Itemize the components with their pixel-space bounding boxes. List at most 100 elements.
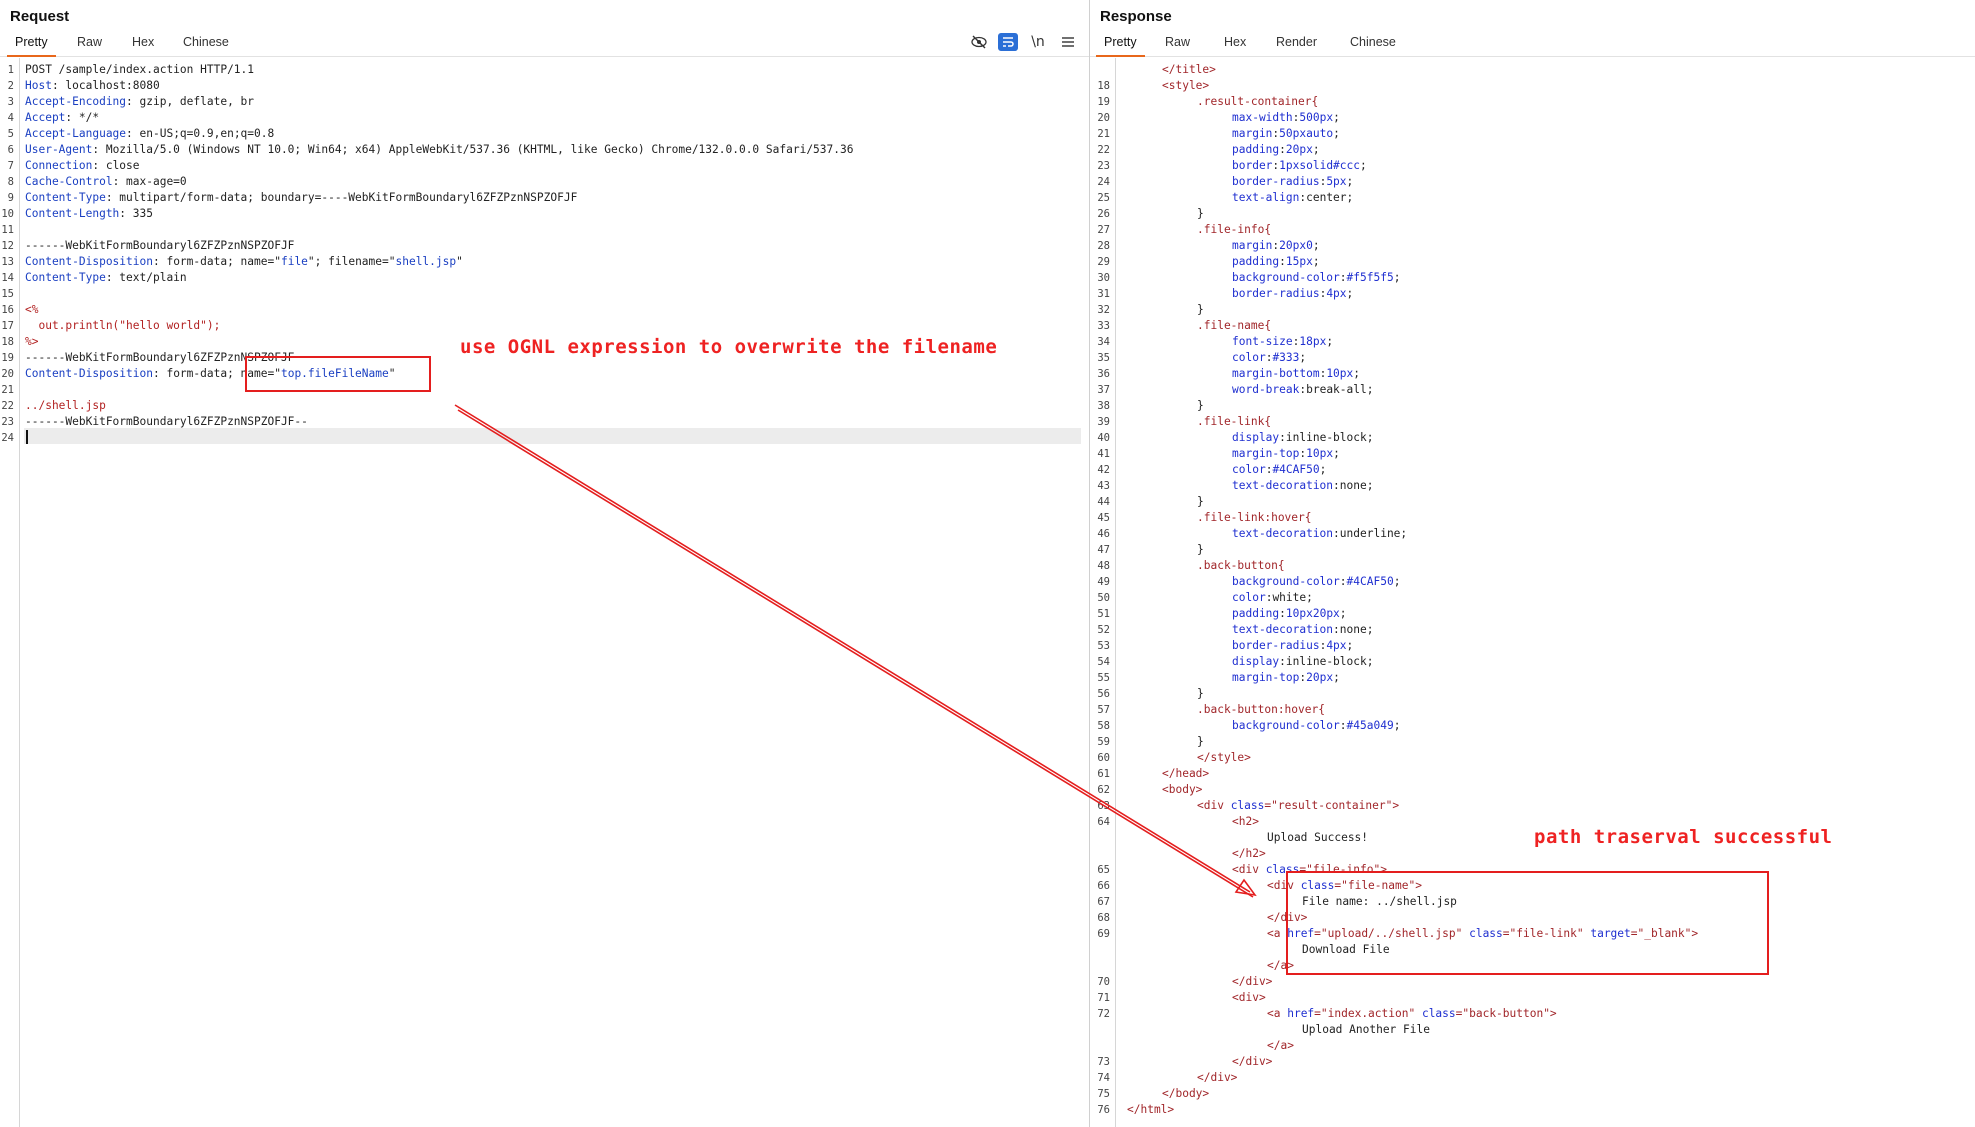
code-token: <body> [1162, 783, 1203, 796]
line-number: 42 [1097, 464, 1110, 476]
line-number: 49 [1097, 576, 1110, 588]
code-line: POST /sample/index.action HTTP/1.1 [25, 62, 254, 78]
code-line: .back-button{ [1197, 558, 1285, 574]
code-token: ; [1333, 127, 1340, 140]
code-token: #f5f5f5 [1346, 271, 1394, 284]
line-number: 19 [1, 352, 14, 364]
menu-icon[interactable] [1058, 33, 1078, 51]
tab-response-raw[interactable]: Raw [1165, 35, 1190, 49]
code-line: padding:20px; [1232, 142, 1320, 158]
eye-slash-icon[interactable] [969, 33, 989, 51]
code-token: </div> [1232, 975, 1273, 988]
line-number: 27 [1097, 224, 1110, 236]
code-line: } [1197, 206, 1204, 222]
line-number: 48 [1097, 560, 1110, 572]
code-line: } [1197, 494, 1204, 510]
code-line: ------WebKitFormBoundaryl6ZFZPznNSPZOFJF… [25, 414, 308, 430]
request-editor[interactable]: 1 POST /sample/index.action HTTP/1.1 2 Host… [0, 58, 1089, 1127]
code-line: </div> [1232, 1054, 1272, 1070]
code-token: : [1279, 607, 1286, 620]
code-token: ; [1312, 255, 1320, 268]
line-number: 39 [1097, 416, 1110, 428]
tab-response-pretty[interactable]: Pretty [1096, 35, 1145, 57]
code-token: : */* [65, 111, 100, 124]
code-token: ="result-container"> [1264, 799, 1400, 812]
line-number: 11 [1, 224, 14, 236]
code-token: : [1279, 143, 1286, 156]
request-title: Request [10, 8, 70, 25]
code-token: color [1232, 591, 1266, 604]
code-line: background-color:#45a049; [1232, 718, 1400, 734]
code-token: ; [1393, 575, 1401, 588]
code-token: <a [1267, 927, 1288, 940]
code-token: margin-top [1232, 671, 1300, 684]
code-token: </div> [1232, 1055, 1273, 1068]
tab-request-pretty[interactable]: Pretty [7, 35, 56, 57]
code-line: max-width:500px; [1232, 110, 1340, 126]
code-token: background-color [1232, 271, 1340, 284]
code-line: Accept: */* [25, 110, 99, 126]
code-line: } [1197, 734, 1204, 750]
code-line: border-radius:4px; [1232, 286, 1353, 302]
code-token: ; [1366, 479, 1374, 492]
code-line: font-size:18px; [1232, 334, 1333, 350]
line-number: 18 [1, 336, 14, 348]
code-line: } [1197, 686, 1204, 702]
code-token: </body> [1162, 1087, 1210, 1100]
line-number: 13 [1, 256, 14, 268]
line-number: 68 [1097, 912, 1110, 924]
code-token: .result-container{ [1197, 95, 1319, 108]
code-token: <a [1267, 1007, 1288, 1020]
code-token: #4CAF50 [1346, 575, 1394, 588]
code-line: Content-Type: multipart/form-data; bound… [25, 190, 577, 206]
code-token: : close [92, 159, 140, 172]
tab-response-render[interactable]: Render [1276, 35, 1317, 49]
tab-request-hex[interactable]: Hex [132, 35, 154, 49]
code-line: color:white; [1232, 590, 1313, 606]
code-line: .file-name{ [1197, 318, 1271, 334]
line-number: 40 [1097, 432, 1110, 444]
tab-response-hex[interactable]: Hex [1224, 35, 1246, 49]
line-number: 9 [7, 192, 14, 204]
code-token: ; [1339, 607, 1347, 620]
code-token: : [1333, 527, 1340, 540]
tab-response-chinese[interactable]: Chinese [1350, 35, 1396, 49]
line-number [1090, 830, 1110, 846]
code-token: 10px20px [1285, 607, 1340, 620]
code-line: margin-bottom:10px; [1232, 366, 1360, 382]
newline-icon[interactable]: \n [1028, 33, 1048, 51]
line-number: 32 [1097, 304, 1110, 316]
code-token: <style> [1162, 79, 1210, 92]
line-number: 37 [1097, 384, 1110, 396]
code-token: 10px [1306, 447, 1334, 460]
code-line: <body> [1162, 782, 1202, 798]
code-token: ; [1346, 287, 1354, 300]
code-token: 20px0 [1279, 239, 1313, 252]
line-number: 46 [1097, 528, 1110, 540]
wrap-lines-icon[interactable] [998, 33, 1018, 51]
code-token: none [1339, 479, 1367, 492]
code-token: 20px [1285, 143, 1313, 156]
code-token: 4px [1326, 639, 1347, 652]
code-token: padding [1232, 143, 1280, 156]
code-token: .file-link:hover{ [1197, 511, 1312, 524]
code-token: } [1197, 303, 1204, 316]
code-token: ; [1312, 239, 1320, 252]
tab-request-raw[interactable]: Raw [77, 35, 102, 49]
code-token: color [1232, 351, 1266, 364]
line-number: 25 [1097, 192, 1110, 204]
line-number: 7 [7, 160, 14, 172]
code-token: 15px [1285, 255, 1313, 268]
code-token: .file-link{ [1197, 415, 1272, 428]
code-token: Connection [25, 159, 93, 172]
line-number: 24 [1, 432, 14, 444]
code-token: : [1279, 255, 1286, 268]
code-line: word-break:break-all; [1232, 382, 1373, 398]
line-number: 56 [1097, 688, 1110, 700]
code-line: background-color:#f5f5f5; [1232, 270, 1400, 286]
code-token: 1pxsolid#ccc [1279, 159, 1360, 172]
tab-request-chinese[interactable]: Chinese [183, 35, 229, 49]
code-token: class [1230, 799, 1265, 812]
code-token: #45a049 [1346, 719, 1394, 732]
code-token: class [1421, 1007, 1456, 1020]
